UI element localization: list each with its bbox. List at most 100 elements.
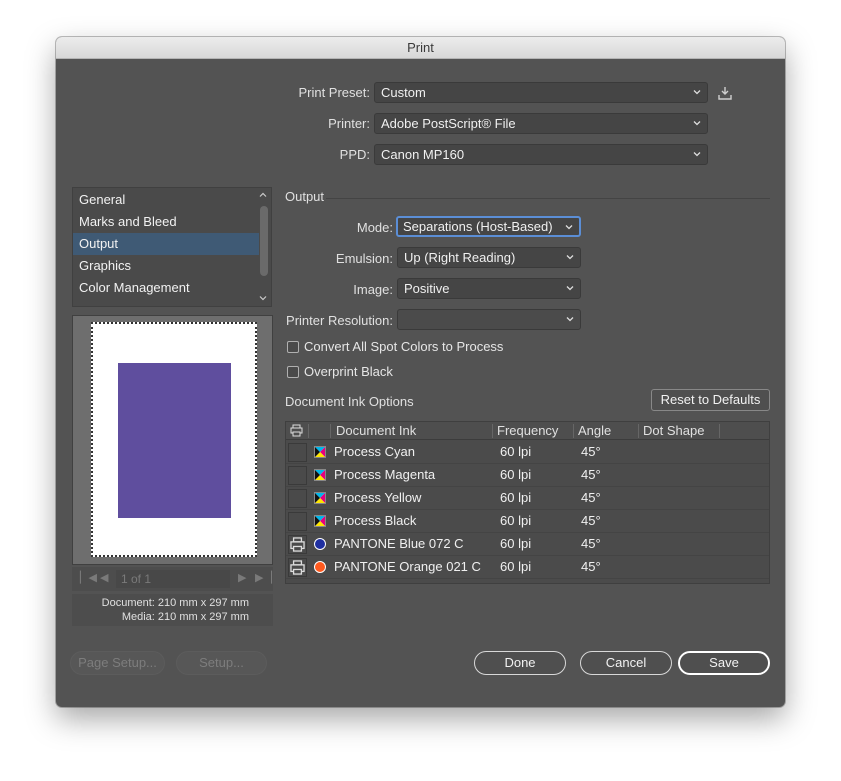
printer-icon: [290, 537, 305, 552]
reset-to-defaults-button[interactable]: Reset to Defaults: [651, 389, 770, 411]
page-setup-button[interactable]: Page Setup...: [70, 651, 165, 675]
spot-ink-icon: [314, 561, 326, 573]
print-ink-toggle[interactable]: [288, 512, 307, 531]
column-document-ink[interactable]: Document Ink: [336, 423, 416, 438]
printer-resolution-label: Printer Resolution:: [286, 313, 393, 328]
spot-ink-icon: [314, 538, 326, 550]
scroll-up-icon[interactable]: [259, 191, 267, 199]
ink-frequency[interactable]: 60 lpi: [500, 513, 531, 528]
column-separator: [719, 424, 720, 438]
page-navigator: ▏◀ ◀ 1 of 1 ▶ ▶▕: [72, 567, 273, 591]
ppd-value: Canon MP160: [381, 147, 465, 162]
preview-artwork: [118, 363, 231, 518]
mode-value: Separations (Host-Based): [403, 219, 553, 234]
ink-table-header: Document Ink Frequency Angle Dot Shape: [286, 422, 769, 440]
chevron-down-icon: [693, 152, 701, 157]
ink-row[interactable]: Process Magenta 60 lpi 45°: [286, 464, 769, 487]
ink-row[interactable]: PANTONE Blue 072 C 60 lpi 45°: [286, 533, 769, 556]
cancel-button[interactable]: Cancel: [580, 651, 672, 675]
sidebar-item-color-management[interactable]: Color Management: [73, 277, 259, 299]
column-separator: [308, 424, 309, 438]
ink-row[interactable]: PANTONE Orange 021 C 60 lpi 45°: [286, 556, 769, 579]
print-ink-toggle[interactable]: [288, 535, 307, 554]
last-page-icon[interactable]: ▶▕: [255, 571, 272, 584]
convert-spot-colors-checkbox[interactable]: [287, 341, 299, 353]
ink-row[interactable]: Process Black 60 lpi 45°: [286, 510, 769, 533]
document-size: Document: 210 mm x 297 mm: [101, 597, 249, 609]
sidebar-item-output[interactable]: Output: [73, 233, 259, 255]
printer-icon: [290, 424, 303, 437]
print-ink-toggle[interactable]: [288, 466, 307, 485]
ink-angle[interactable]: 45°: [581, 467, 601, 482]
column-dot-shape[interactable]: Dot Shape: [643, 423, 704, 438]
ppd-select[interactable]: Canon MP160: [374, 144, 708, 165]
ink-frequency[interactable]: 60 lpi: [500, 536, 531, 551]
mode-label: Mode:: [356, 220, 393, 235]
first-page-icon[interactable]: ▏◀: [80, 571, 97, 584]
previous-page-icon[interactable]: ◀: [100, 571, 108, 584]
window-title: Print: [56, 37, 785, 59]
next-page-icon[interactable]: ▶: [238, 571, 246, 584]
ink-name: Process Yellow: [334, 490, 422, 505]
sidebar-item-general[interactable]: General: [73, 189, 259, 211]
ink-angle[interactable]: 45°: [581, 536, 601, 551]
setup-button[interactable]: Setup...: [176, 651, 267, 675]
column-separator: [638, 424, 639, 438]
save-button[interactable]: Save: [678, 651, 770, 675]
page-field[interactable]: 1 of 1: [116, 570, 230, 588]
overprint-black-checkbox[interactable]: [287, 366, 299, 378]
column-separator: [492, 424, 493, 438]
emulsion-select[interactable]: Up (Right Reading): [397, 247, 581, 268]
chevron-down-icon: [566, 255, 574, 260]
image-select[interactable]: Positive: [397, 278, 581, 299]
ink-angle[interactable]: 45°: [581, 444, 601, 459]
ink-table: Document Ink Frequency Angle Dot Shape P…: [285, 421, 770, 584]
column-separator: [573, 424, 574, 438]
print-ink-toggle[interactable]: [288, 489, 307, 508]
chevron-down-icon: [566, 286, 574, 291]
ink-name: PANTONE Orange 021 C: [334, 559, 481, 574]
ink-options-title: Document Ink Options: [285, 394, 414, 409]
process-ink-icon: [314, 469, 326, 481]
ink-angle[interactable]: 45°: [581, 513, 601, 528]
print-ink-toggle[interactable]: [288, 558, 307, 577]
media-size: Media: 210 mm x 297 mm: [121, 611, 249, 623]
printer-icon: [290, 560, 305, 575]
ink-frequency[interactable]: 60 lpi: [500, 444, 531, 459]
column-separator: [330, 424, 331, 438]
print-preview: [72, 315, 273, 565]
print-ink-toggle[interactable]: [288, 443, 307, 462]
mode-select[interactable]: Separations (Host-Based): [396, 216, 581, 237]
print-preset-value: Custom: [381, 85, 426, 100]
ink-frequency[interactable]: 60 lpi: [500, 559, 531, 574]
column-frequency[interactable]: Frequency: [497, 423, 558, 438]
save-preset-icon[interactable]: [717, 85, 733, 101]
preview-page: [91, 322, 257, 557]
done-button[interactable]: Done: [474, 651, 566, 675]
printer-select[interactable]: Adobe PostScript® File: [374, 113, 708, 134]
chevron-down-icon: [693, 90, 701, 95]
sidebar-item-marks-and-bleed[interactable]: Marks and Bleed: [73, 211, 259, 233]
document-info: Document: 210 mm x 297 mm Media: 210 mm …: [72, 594, 273, 626]
process-ink-icon: [314, 515, 326, 527]
sidebar-scrollbar[interactable]: [260, 206, 268, 276]
scroll-down-icon[interactable]: [259, 294, 267, 302]
image-label: Image:: [353, 282, 393, 297]
ink-angle[interactable]: 45°: [581, 559, 601, 574]
ink-row[interactable]: Process Yellow 60 lpi 45°: [286, 487, 769, 510]
ink-row[interactable]: Process Cyan 60 lpi 45°: [286, 441, 769, 464]
sidebar-item-graphics[interactable]: Graphics: [73, 255, 259, 277]
printer-resolution-select[interactable]: [397, 309, 581, 330]
ink-angle[interactable]: 45°: [581, 490, 601, 505]
column-angle[interactable]: Angle: [578, 423, 611, 438]
ink-name: Process Black: [334, 513, 417, 528]
ink-frequency[interactable]: 60 lpi: [500, 490, 531, 505]
image-value: Positive: [404, 281, 450, 296]
ink-frequency[interactable]: 60 lpi: [500, 467, 531, 482]
print-preset-select[interactable]: Custom: [374, 82, 708, 103]
emulsion-value: Up (Right Reading): [404, 250, 516, 265]
section-divider: [326, 198, 770, 199]
process-ink-icon: [314, 446, 326, 458]
output-section-title: Output: [285, 189, 325, 204]
chevron-down-icon: [565, 225, 573, 230]
